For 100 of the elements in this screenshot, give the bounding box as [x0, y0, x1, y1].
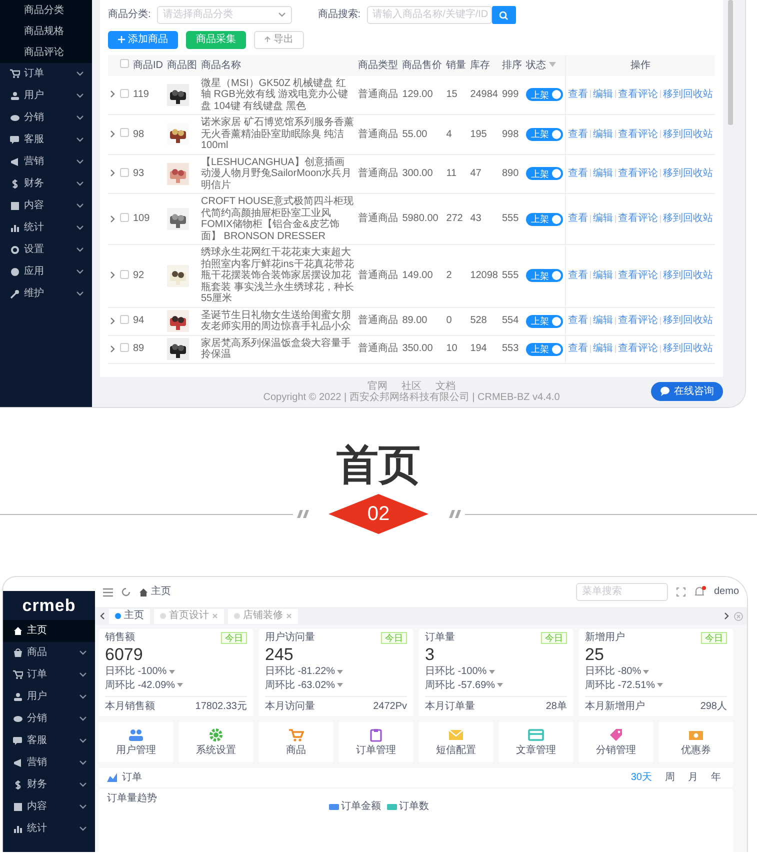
chevron-right-icon[interactable] — [110, 169, 116, 178]
shortcut-tile[interactable]: 短信配置 — [419, 722, 493, 762]
toggle-switch[interactable]: 上架 — [526, 167, 563, 180]
footer-link[interactable]: 官网 — [368, 380, 388, 392]
tab[interactable]: 主页 — [109, 608, 150, 624]
range-tab[interactable]: 30天 — [626, 772, 656, 784]
sidebar-item[interactable]: 内容 — [3, 796, 95, 818]
range-tab[interactable]: 月 — [684, 772, 702, 784]
action-link[interactable]: 查看 — [568, 315, 588, 326]
chevron-right-icon[interactable] — [110, 214, 116, 223]
shortcut-tile[interactable]: 分销管理 — [579, 722, 653, 762]
checkbox[interactable] — [120, 128, 129, 137]
sidebar-item[interactable]: 商品 — [3, 642, 95, 664]
sidebar-item[interactable]: 订单 — [3, 664, 95, 686]
action-link[interactable]: 移到回收站 — [663, 128, 713, 140]
toggle-switch[interactable]: 上架 — [526, 342, 563, 356]
chevron-right-icon[interactable] — [110, 90, 116, 98]
action-link[interactable]: 编辑 — [593, 270, 613, 281]
toggle-switch[interactable]: 上架 — [526, 128, 563, 141]
shortcut-tile[interactable]: 用户管理 — [99, 722, 173, 762]
action-link[interactable]: 查看 — [568, 168, 588, 179]
sidebar-item[interactable]: 维护 — [24, 288, 72, 300]
chevron-right-icon[interactable] — [110, 344, 116, 353]
action-link[interactable]: 查看 — [568, 128, 588, 140]
collect-button[interactable]: 商品采集 — [186, 31, 246, 49]
sidebar-item[interactable]: 用户 — [24, 90, 72, 102]
action-link[interactable]: 移到回收站 — [663, 315, 713, 326]
sidebar-item[interactable]: 营销 — [3, 752, 95, 774]
breadcrumb-item[interactable]: 主页 — [151, 586, 171, 598]
action-link[interactable]: 查看 — [568, 89, 588, 100]
sidebar-item[interactable]: 分销 — [24, 112, 72, 124]
action-link[interactable]: 移到回收站 — [663, 213, 713, 224]
chat-button[interactable]: 在线咨询 — [651, 382, 723, 401]
chevron-right-icon[interactable] — [110, 271, 116, 280]
sidebar-item[interactable]: 内容 — [24, 200, 72, 212]
sidebar-item[interactable]: 商品评论 — [0, 42, 92, 63]
sidebar-item[interactable]: 用户 — [3, 686, 95, 708]
sidebar-item[interactable]: 统计 — [3, 818, 95, 840]
chevron-left-icon[interactable] — [99, 612, 105, 620]
toggle-switch[interactable]: 上架 — [526, 314, 563, 328]
username[interactable]: demo — [714, 586, 739, 598]
sidebar-item[interactable]: 财务 — [3, 774, 95, 796]
sidebar-item[interactable]: 应用 — [24, 266, 72, 278]
shortcut-tile[interactable]: 商品 — [259, 722, 333, 762]
action-link[interactable]: 查看评论 — [618, 343, 658, 354]
toggle-switch[interactable]: 上架 — [526, 212, 563, 226]
shortcut-tile[interactable]: 系统设置 — [179, 722, 253, 762]
chevron-right-icon[interactable] — [110, 130, 116, 138]
shortcut-tile[interactable]: 订单管理 — [339, 722, 413, 762]
refresh-icon[interactable] — [121, 587, 131, 597]
sidebar-item[interactable]: 营销 — [24, 156, 72, 168]
sidebar-item[interactable]: 主页 — [3, 620, 95, 642]
footer-link[interactable]: 社区 — [402, 380, 422, 392]
tab[interactable]: 首页设计 — [154, 608, 224, 624]
shortcut-tile[interactable]: 文章管理 — [499, 722, 573, 762]
action-link[interactable]: 移到回收站 — [663, 89, 713, 100]
action-link[interactable]: 查看 — [568, 343, 588, 354]
action-link[interactable]: 查看评论 — [618, 270, 658, 281]
action-link[interactable]: 查看评论 — [618, 89, 658, 100]
action-link[interactable]: 查看 — [568, 213, 588, 224]
sidebar-item[interactable]: 客服 — [3, 730, 95, 752]
action-link[interactable]: 查看评论 — [618, 213, 658, 224]
checkbox[interactable] — [120, 88, 129, 98]
tab[interactable]: 店铺装修 — [228, 608, 298, 624]
sidebar-item[interactable]: 商品分类 — [0, 0, 92, 21]
menu-icon[interactable] — [103, 588, 113, 596]
checkbox[interactable] — [120, 342, 129, 352]
toggle-switch[interactable]: 上架 — [526, 88, 563, 102]
toggle-switch[interactable]: 上架 — [526, 269, 563, 282]
action-link[interactable]: 移到回收站 — [663, 168, 713, 179]
sidebar-item[interactable]: 订单 — [24, 68, 72, 80]
checkbox[interactable] — [120, 59, 129, 68]
action-link[interactable]: 编辑 — [593, 168, 613, 179]
action-link[interactable]: 移到回收站 — [663, 343, 713, 354]
export-button[interactable]: 导出 — [254, 31, 304, 49]
add-button[interactable]: 添加商品 — [108, 31, 178, 49]
action-link[interactable]: 查看评论 — [618, 315, 658, 326]
shortcut-tile[interactable]: 优惠券 — [659, 722, 733, 762]
action-link[interactable]: 编辑 — [593, 213, 613, 224]
sidebar-item[interactable]: 财务 — [24, 178, 72, 190]
chevron-right-icon[interactable] — [110, 316, 116, 325]
action-link[interactable]: 查看评论 — [618, 128, 658, 140]
action-link[interactable]: 编辑 — [593, 343, 613, 354]
sidebar-item[interactable]: 分销 — [3, 708, 95, 730]
action-link[interactable]: 编辑 — [593, 128, 613, 140]
sidebar-item[interactable]: 商品规格 — [0, 21, 92, 42]
footer-link[interactable]: 文档 — [436, 380, 456, 392]
action-link[interactable]: 移到回收站 — [663, 270, 713, 281]
action-link[interactable]: 查看评论 — [618, 168, 658, 179]
range-tab[interactable]: 年 — [707, 772, 725, 784]
fullscreen-icon[interactable] — [676, 587, 686, 597]
sidebar-item[interactable]: 客服 — [24, 134, 72, 146]
sidebar-item[interactable]: 设置 — [24, 244, 72, 256]
range-tab[interactable]: 周 — [661, 772, 679, 784]
search-button[interactable] — [492, 6, 516, 24]
checkbox[interactable] — [120, 212, 129, 222]
checkbox[interactable] — [120, 168, 129, 176]
chevron-right-icon[interactable] — [724, 612, 730, 620]
action-link[interactable]: 编辑 — [593, 315, 613, 326]
checkbox[interactable] — [120, 270, 129, 278]
